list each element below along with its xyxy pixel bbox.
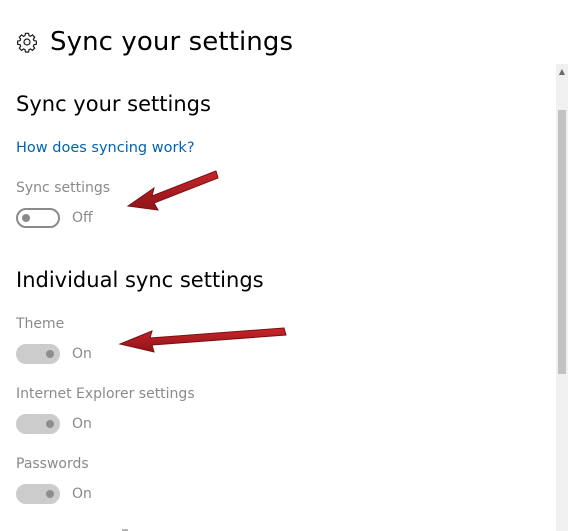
passwords-toggle-row: On [16,484,92,504]
vertical-scrollbar[interactable]: ▲ [556,64,568,531]
ie-settings-toggle[interactable] [16,414,60,434]
toggle-knob [22,214,30,222]
passwords-label: Passwords [16,456,89,472]
sync-settings-label: Sync settings [16,180,111,196]
annotation-arrow-icon [126,170,219,211]
toggle-knob [46,350,54,358]
next-setting-label-cutoff [16,524,136,531]
settings-page: Sync your settings Sync your settings Ho… [0,0,568,531]
theme-label: Theme [16,316,65,332]
passwords-state: On [72,486,92,502]
ie-settings-label: Internet Explorer settings [16,386,195,402]
sync-section-heading: Sync your settings [16,92,211,116]
ie-settings-state: On [72,416,92,432]
passwords-toggle[interactable] [16,484,60,504]
toggle-knob [46,420,54,428]
scroll-up-arrow-icon[interactable]: ▲ [556,64,568,78]
gear-icon [16,31,38,53]
how-syncing-works-link[interactable]: How does syncing work? [16,140,195,156]
toggle-knob [46,490,54,498]
page-header: Sync your settings [16,22,293,62]
sync-settings-toggle[interactable] [16,208,60,228]
scrollbar-thumb[interactable] [558,110,566,374]
annotation-arrow-icon [118,327,287,353]
sync-settings-state: Off [72,210,93,226]
page-title: Sync your settings [50,27,294,57]
theme-toggle-row: On [16,344,92,364]
sync-settings-toggle-row: Off [16,208,93,228]
theme-state: On [72,346,92,362]
individual-sync-heading: Individual sync settings [16,268,264,292]
theme-toggle[interactable] [16,344,60,364]
ie-settings-toggle-row: On [16,414,92,434]
